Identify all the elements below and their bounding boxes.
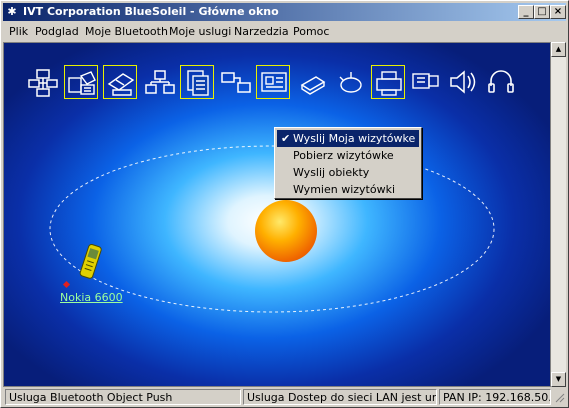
headset-icon[interactable] bbox=[484, 65, 518, 99]
personal-area-network-icon[interactable] bbox=[296, 65, 330, 99]
menu-narzedzia[interactable]: Narzedzia bbox=[234, 25, 289, 38]
menu-moje-bluetooth[interactable]: Moje Bluetooth bbox=[85, 25, 168, 38]
serial-port-icon[interactable] bbox=[219, 65, 253, 99]
window-title: IVT Corporation BlueSoleil - Główne okno bbox=[23, 5, 279, 18]
status-service: Usluga Bluetooth Object Push bbox=[5, 389, 241, 405]
title-bar[interactable]: ✱ IVT Corporation BlueSoleil - Główne ok… bbox=[3, 3, 566, 21]
menu-plik[interactable]: Plik bbox=[9, 25, 28, 38]
context-menu: ✔ Wyslij Moja wizytówke Pobierz wizytówk… bbox=[274, 127, 422, 199]
bluesoleil-window: ✱ IVT Corporation BlueSoleil - Główne ok… bbox=[0, 0, 569, 408]
device-map-canvas[interactable]: Nokia 6600 ✔ Wyslij Moja wizytówke Pobie… bbox=[3, 42, 551, 387]
ctx-item-send-objects[interactable]: Wyslij obiekty bbox=[277, 164, 419, 181]
hid-icon[interactable] bbox=[334, 65, 368, 99]
menu-podglad[interactable]: Podglad bbox=[35, 25, 79, 38]
menu-bar: Plik Podglad Moje Bluetooth Moje uslugi … bbox=[3, 22, 566, 42]
local-device-sun[interactable] bbox=[255, 200, 317, 262]
status-pan-ip: PAN IP: 192.168.50.1 bbox=[439, 389, 551, 405]
dialup-networking-icon[interactable] bbox=[64, 65, 98, 99]
close-button[interactable]: × bbox=[550, 5, 566, 19]
ctx-item-exchange-cards[interactable]: Wymien wizytówki bbox=[277, 181, 419, 198]
check-icon: ✔ bbox=[281, 132, 291, 145]
printer-icon[interactable] bbox=[371, 65, 405, 99]
device-label[interactable]: Nokia 6600 bbox=[60, 291, 123, 304]
resize-grip-icon[interactable] bbox=[553, 391, 565, 403]
bluetooth-icon: ✱ bbox=[7, 5, 17, 18]
audio-gateway-icon[interactable] bbox=[446, 65, 480, 99]
network-access-icon[interactable] bbox=[26, 65, 60, 99]
fax-icon[interactable] bbox=[103, 65, 137, 99]
file-transfer-icon[interactable] bbox=[180, 65, 214, 99]
minimize-button[interactable]: _ bbox=[518, 5, 534, 19]
object-push-icon[interactable] bbox=[256, 65, 290, 99]
vertical-scrollbar[interactable]: ▲ ▼ bbox=[551, 42, 566, 387]
status-lan: Usluga Dostep do sieci LAN jest uruchan bbox=[243, 389, 437, 405]
menu-moje-uslugi[interactable]: Moje uslugi bbox=[169, 25, 231, 38]
status-bar: Usluga Bluetooth Object Push Usluga Dost… bbox=[3, 388, 566, 406]
scroll-down-button[interactable]: ▼ bbox=[551, 372, 566, 387]
menu-pomoc[interactable]: Pomoc bbox=[293, 25, 329, 38]
scroll-up-button[interactable]: ▲ bbox=[551, 42, 566, 57]
av-headphone-icon[interactable] bbox=[409, 65, 443, 99]
mobile-phone-icon[interactable] bbox=[78, 241, 104, 283]
ctx-item-get-card[interactable]: Pobierz wizytówke bbox=[277, 147, 419, 164]
ctx-item-send-my-card[interactable]: ✔ Wyslij Moja wizytówke bbox=[277, 130, 419, 147]
lan-access-icon[interactable] bbox=[143, 65, 177, 99]
maximize-button[interactable]: □ bbox=[534, 5, 550, 19]
